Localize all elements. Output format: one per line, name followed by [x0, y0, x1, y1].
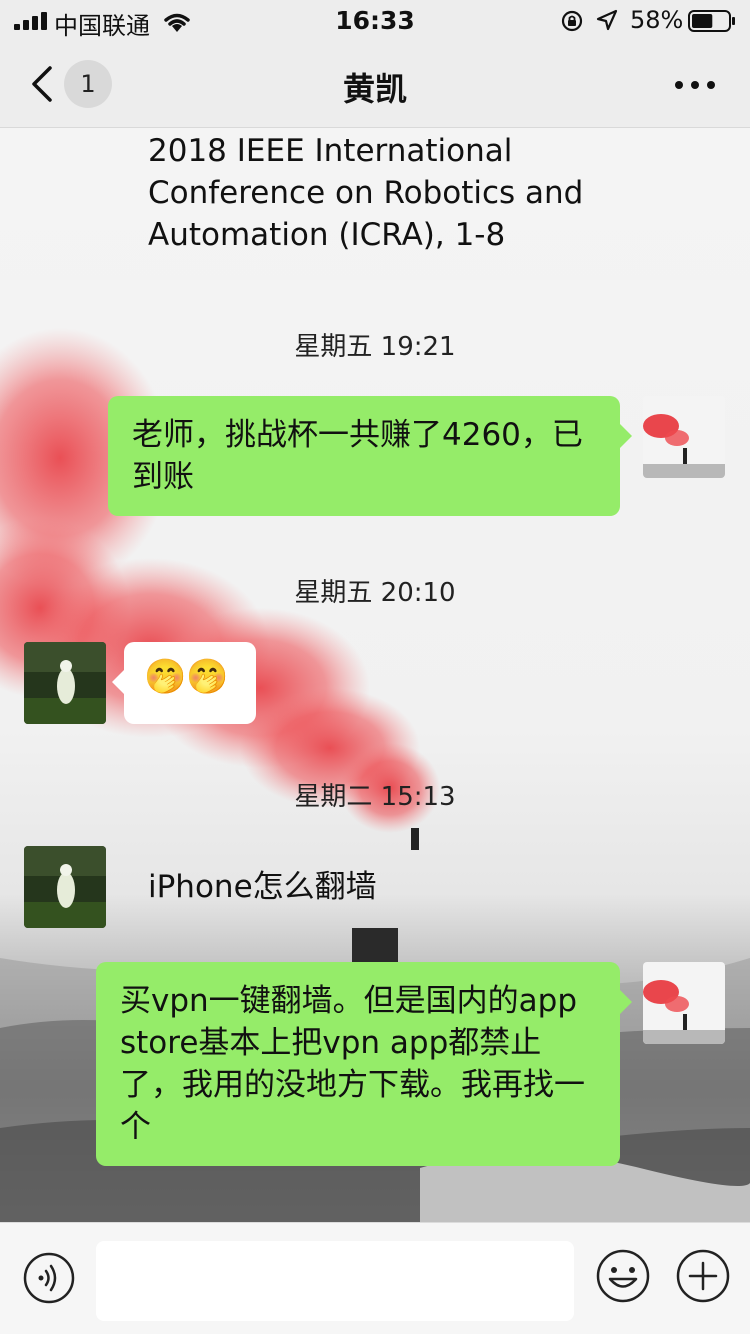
- battery-icon: [688, 10, 735, 32]
- message-input[interactable]: [96, 1241, 574, 1321]
- status-bar: 中国联通 16:33 58%: [0, 0, 750, 42]
- emoji-message: 🤭🤭: [144, 657, 229, 697]
- outgoing-message-bubble[interactable]: 老师，挑战杯一共赚了4260，已到账: [108, 396, 632, 516]
- message-text: 买vpn一键翻墙。但是国内的app store基本上把vpn app都禁止了，我…: [120, 983, 585, 1145]
- emoji-icon[interactable]: [595, 1248, 651, 1304]
- contact-avatar[interactable]: [24, 846, 106, 928]
- message-timestamp: 星期五 19:21: [294, 332, 456, 362]
- orientation-lock-icon: [561, 10, 583, 32]
- my-avatar[interactable]: [643, 962, 725, 1044]
- input-bar: [0, 1222, 750, 1334]
- more-dots-icon[interactable]: [672, 72, 718, 98]
- message-text[interactable]: 2018 IEEE International Conference on Ro…: [148, 130, 608, 256]
- battery-percent: 58%: [630, 6, 684, 34]
- message-text[interactable]: iPhone怎么翻墙: [148, 866, 377, 908]
- chat-title: 黄凯: [342, 70, 407, 108]
- incoming-message-bubble[interactable]: 🤭🤭: [112, 642, 256, 724]
- my-avatar[interactable]: [643, 396, 725, 478]
- contact-avatar[interactable]: [24, 642, 106, 724]
- message-text: 老师，挑战杯一共赚了4260，已到账: [132, 417, 583, 495]
- nav-bar: 1 黄凯: [0, 42, 750, 128]
- message-timestamp: 星期五 20:10: [294, 578, 456, 608]
- location-icon: [596, 9, 618, 31]
- plus-icon[interactable]: [675, 1248, 731, 1304]
- outgoing-message-bubble[interactable]: 买vpn一键翻墙。但是国内的app store基本上把vpn app都禁止了，我…: [96, 962, 632, 1166]
- voice-icon[interactable]: [22, 1251, 76, 1305]
- message-timestamp: 星期二 15:13: [294, 782, 456, 812]
